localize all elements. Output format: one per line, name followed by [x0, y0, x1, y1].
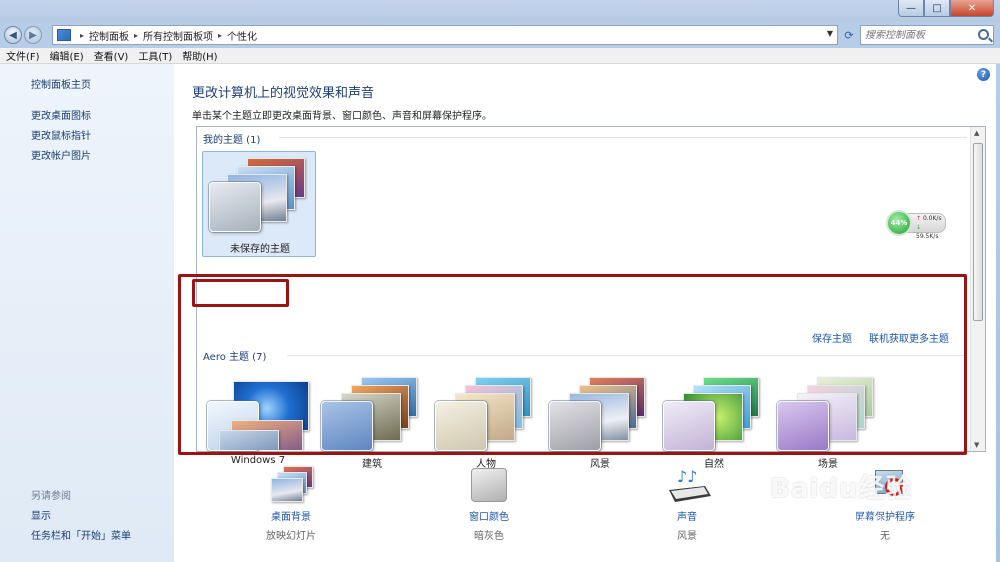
menu-view[interactable]: 查看(V): [94, 48, 129, 63]
aero-highlight-box: [178, 274, 967, 455]
window-controls: — □ ✕: [898, 0, 994, 17]
theme-label: 未保存的主题: [230, 244, 290, 255]
breadcrumb-separator-icon: ▸: [134, 30, 139, 40]
sounds-icon: ♪♪: [665, 466, 711, 504]
menu-bar: 文件(F) 编辑(E) 查看(V) 工具(T) 帮助(H): [0, 48, 1000, 64]
window-color-icon: [467, 466, 511, 504]
upload-speed: 0.0K/s: [922, 215, 942, 222]
address-row: ◀ ▶ ▸ 控制面板 ▸ 所有控制面板项 ▸ 个性化 ▼ ⟳: [0, 22, 1000, 48]
group-divider: [279, 137, 967, 138]
breadcrumb-separator-icon: ▸: [218, 30, 223, 40]
desktop-background-icon: [269, 466, 313, 504]
window-color-value: 暗灰色: [474, 531, 504, 542]
search-box[interactable]: [860, 25, 994, 45]
help-icon[interactable]: ?: [977, 68, 990, 81]
download-arrow-icon: ↓: [916, 224, 922, 231]
theme-label: Windows 7: [230, 455, 286, 466]
menu-tools[interactable]: 工具(T): [138, 48, 172, 63]
minimize-button[interactable]: —: [898, 0, 924, 17]
theme-thumbnail: [209, 158, 309, 232]
close-button[interactable]: ✕: [950, 0, 994, 17]
forward-button[interactable]: ▶: [24, 26, 42, 44]
forward-arrow-icon: ▶: [29, 29, 37, 41]
desktop-background-value: 放映幻灯片: [266, 531, 316, 542]
breadcrumb-personalization[interactable]: 个性化: [227, 28, 257, 43]
page-description: 单击某个主题立即更改桌面背景、窗口颜色、声音和屏幕保护程序。: [192, 111, 492, 122]
search-icon[interactable]: [978, 29, 989, 40]
scroll-up-icon[interactable]: ▲: [974, 129, 979, 137]
sidebar-link-desktop-icons[interactable]: 更改桌面图标: [31, 107, 91, 122]
sidebar-link-account-picture[interactable]: 更改帐户图片: [31, 147, 91, 162]
search-input[interactable]: [865, 29, 973, 41]
control-panel-icon: [57, 29, 71, 41]
sidebar-link-taskbar[interactable]: 任务栏和「开始」菜单: [31, 527, 131, 542]
network-meter-gadget[interactable]: ↑ 0.0K/s ↓ 59.5K/s 44%: [886, 210, 946, 240]
breadcrumb-separator-icon: ▸: [80, 30, 85, 40]
sounds-label[interactable]: 声音: [627, 508, 747, 523]
sounds-button[interactable]: ♪♪ 声音 风景: [627, 466, 747, 542]
sidebar: 控制面板主页 更改桌面图标 更改鼠标指针 更改帐户图片 另请参阅 显示 任务栏和…: [0, 64, 174, 562]
watermark-url: jingyan.baidu.com: [776, 511, 887, 525]
menu-help[interactable]: 帮助(H): [182, 48, 217, 63]
chevron-down-icon[interactable]: ▼: [827, 29, 833, 38]
back-button[interactable]: ◀: [4, 26, 22, 44]
baidu-watermark: Baidu经验 jingyan.baidu.com: [770, 468, 940, 548]
watermark-brand: Baidu经验: [770, 474, 913, 504]
back-arrow-icon: ◀: [9, 29, 17, 41]
menu-edit[interactable]: 编辑(E): [50, 48, 84, 63]
page-title: 更改计算机上的视觉效果和声音: [192, 86, 375, 101]
breadcrumb-all-items[interactable]: 所有控制面板项: [143, 28, 213, 43]
sidebar-link-mouse-pointers[interactable]: 更改鼠标指针: [31, 127, 91, 142]
theme-tile-unsaved[interactable]: 未保存的主题: [202, 151, 316, 257]
sounds-value: 风景: [677, 531, 697, 542]
network-usage-percent: 44%: [886, 210, 912, 236]
desktop-background-button[interactable]: 桌面背景 放映幻灯片: [231, 466, 351, 542]
desktop-background-label[interactable]: 桌面背景: [231, 508, 351, 523]
window-color-label[interactable]: 窗口颜色: [429, 508, 549, 523]
breadcrumb-control-panel[interactable]: 控制面板: [89, 28, 129, 43]
sidebar-link-control-panel-home[interactable]: 控制面板主页: [31, 76, 91, 91]
svg-text:♪♪: ♪♪: [677, 467, 697, 486]
menu-file[interactable]: 文件(F): [6, 48, 40, 63]
address-bar[interactable]: ▸ 控制面板 ▸ 所有控制面板项 ▸ 个性化 ▼: [52, 25, 838, 45]
color-swatch: [209, 182, 261, 232]
download-speed: 59.5K/s: [916, 233, 939, 240]
scrollbar[interactable]: ▲ ▼: [970, 127, 985, 451]
my-themes-title: 我的主题 (1): [203, 135, 261, 146]
maximize-button[interactable]: □: [924, 0, 950, 17]
title-bar: — □ ✕: [0, 0, 1000, 22]
window-color-button[interactable]: 窗口颜色 暗灰色: [429, 466, 549, 542]
scroll-down-icon[interactable]: ▼: [974, 441, 979, 449]
refresh-icon[interactable]: ⟳: [840, 25, 858, 45]
see-also-title: 另请参阅: [31, 491, 71, 502]
network-speed-panel: ↑ 0.0K/s ↓ 59.5K/s: [906, 213, 946, 240]
sidebar-link-display[interactable]: 显示: [31, 507, 51, 522]
upload-arrow-icon: ↑: [916, 215, 922, 222]
aero-title-highlight-box: [192, 279, 289, 307]
scroll-thumb[interactable]: [973, 143, 983, 321]
